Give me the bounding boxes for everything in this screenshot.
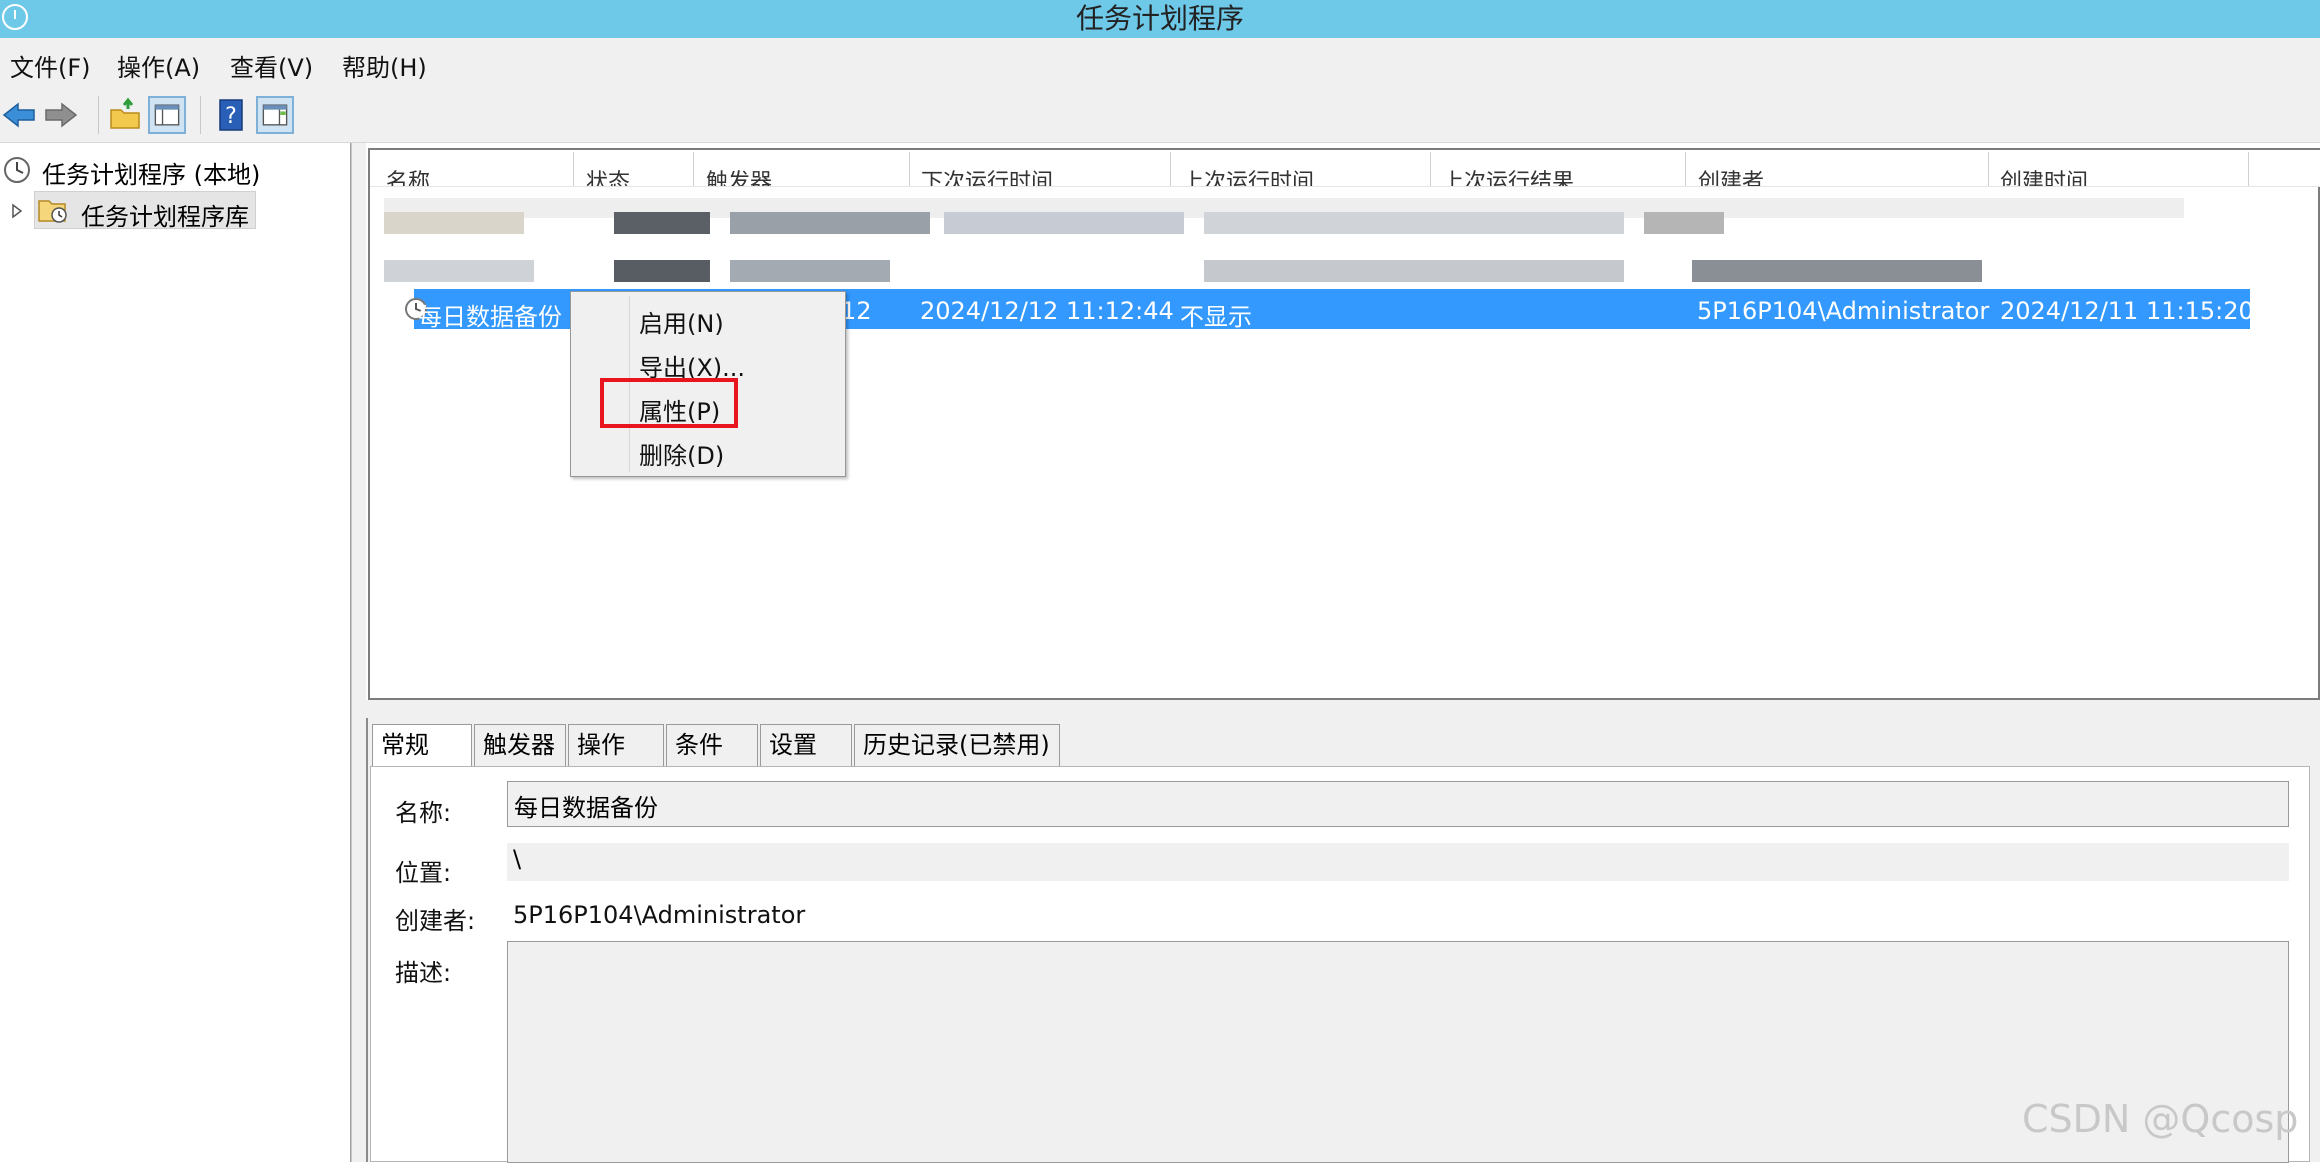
tab-settings[interactable]: 设置 bbox=[760, 724, 852, 766]
title-bar: 任务计划程序 bbox=[0, 0, 2320, 38]
menu-item-enable[interactable]: 启用(N) bbox=[639, 304, 724, 339]
toolbar-separator bbox=[98, 96, 99, 134]
description-label: 描述: bbox=[395, 959, 452, 987]
location-field-value: \ bbox=[513, 845, 522, 873]
table-row-redacted[interactable] bbox=[384, 260, 2184, 282]
help-icon[interactable]: ? bbox=[212, 96, 250, 134]
show-hide-console-tree-icon[interactable] bbox=[148, 96, 186, 134]
toolbar-separator bbox=[200, 96, 201, 134]
folder-up-icon[interactable] bbox=[106, 96, 144, 134]
task-last-result-cell: 不显示 bbox=[1180, 303, 1252, 331]
author-value: 5P16P104\Administrator bbox=[513, 901, 806, 929]
folder-clock-icon bbox=[38, 200, 67, 223]
column-header-triggers[interactable]: 触发器 bbox=[706, 164, 772, 186]
svg-text:?: ? bbox=[225, 104, 237, 129]
tree-item-library-label: 任务计划程序库 bbox=[81, 203, 249, 231]
clock-icon bbox=[4, 157, 30, 183]
menu-help[interactable]: 帮助(H) bbox=[342, 48, 427, 83]
name-label: 名称: bbox=[395, 799, 452, 827]
menu-item-delete[interactable]: 删除(D) bbox=[639, 436, 724, 471]
tree-root-label[interactable]: 任务计划程序 (本地) bbox=[42, 155, 260, 190]
column-header-last-result[interactable]: 上次运行结果 bbox=[1442, 164, 1574, 186]
console-tree: 任务计划程序 (本地) 任务计划程序库 bbox=[0, 143, 351, 1162]
show-hide-action-pane-icon[interactable] bbox=[256, 96, 294, 134]
name-field-value: 每日数据备份 bbox=[514, 794, 658, 822]
back-arrow-icon[interactable] bbox=[0, 96, 38, 134]
task-author-cell: 5P16P104\Administrator bbox=[1697, 297, 1990, 325]
task-next-run-cell: 2024/12/12 11:12:44 bbox=[920, 297, 1174, 325]
tab-conditions[interactable]: 条件 bbox=[666, 724, 758, 766]
tab-history[interactable]: 历史记录(已禁用) bbox=[854, 724, 1060, 766]
column-header-name[interactable]: 名称 bbox=[386, 164, 430, 186]
menu-bar: 文件(F) 操作(A) 查看(V) 帮助(H) bbox=[0, 38, 2320, 88]
highlight-box bbox=[600, 378, 738, 428]
menu-action[interactable]: 操作(A) bbox=[117, 48, 200, 83]
location-field[interactable]: \ bbox=[507, 843, 2289, 881]
expand-arrow-icon[interactable] bbox=[10, 202, 24, 220]
tab-actions[interactable]: 操作 bbox=[568, 724, 664, 766]
toolbar: ? bbox=[0, 88, 2320, 143]
horizontal-splitter[interactable] bbox=[366, 700, 2320, 718]
column-header-last-run[interactable]: 上次运行时间 bbox=[1182, 164, 1314, 186]
menu-file[interactable]: 文件(F) bbox=[10, 48, 91, 83]
column-header-next-run[interactable]: 下次运行时间 bbox=[921, 164, 1053, 186]
window-title: 任务计划程序 bbox=[1075, 2, 1244, 35]
location-label: 位置: bbox=[395, 859, 452, 887]
tree-item-library[interactable]: 任务计划程序库 bbox=[34, 191, 256, 231]
task-name-cell: 每日数据备份 bbox=[418, 303, 562, 331]
column-header-created[interactable]: 创建时间 bbox=[2000, 164, 2088, 186]
general-tab-panel: 名称: 每日数据备份 位置: \ 创建者: 5P16P104\Administr… bbox=[370, 766, 2310, 1163]
column-header-author[interactable]: 创建者 bbox=[1698, 164, 1764, 186]
name-field[interactable]: 每日数据备份 bbox=[507, 781, 2289, 827]
tab-triggers[interactable]: 触发器 bbox=[474, 724, 566, 766]
forward-arrow-icon[interactable] bbox=[42, 96, 80, 134]
pane-splitter[interactable] bbox=[351, 143, 366, 1162]
list-header: 名称 状态 触发器 下次运行时间 上次运行时间 上次运行结果 创建者 创建时间 bbox=[370, 150, 2320, 187]
author-label: 创建者: bbox=[395, 907, 476, 935]
watermark: CSDN @Qcosp bbox=[2022, 1097, 2299, 1141]
task-created-cell: 2024/12/11 11:15:20 bbox=[2000, 297, 2254, 325]
tab-general[interactable]: 常规 bbox=[372, 724, 472, 768]
menu-view[interactable]: 查看(V) bbox=[230, 48, 313, 83]
column-header-status[interactable]: 状态 bbox=[586, 164, 630, 186]
table-row-redacted[interactable] bbox=[384, 212, 2184, 234]
